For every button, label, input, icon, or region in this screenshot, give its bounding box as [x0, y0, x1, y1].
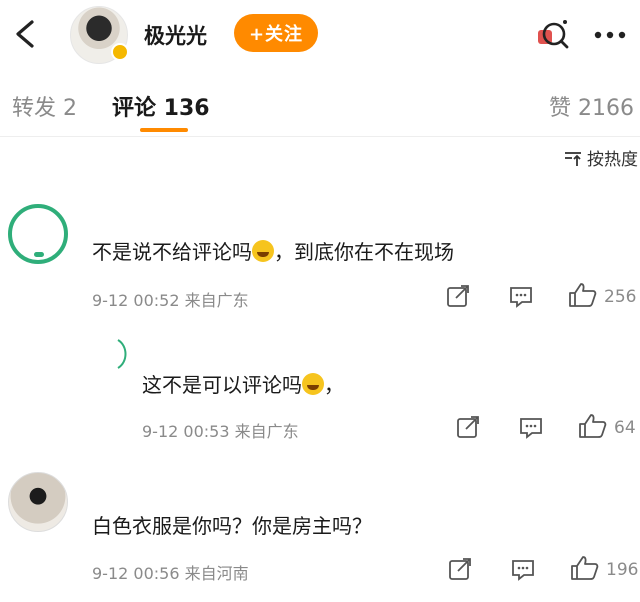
- commenter-avatar[interactable]: [8, 472, 68, 532]
- sort-icon: [565, 151, 581, 166]
- reply-text-part: ，: [324, 373, 344, 397]
- comment-text: 白色衣服是你吗？你是房主吗？: [92, 510, 372, 539]
- share-button[interactable]: [448, 557, 474, 585]
- verified-badge-icon: [111, 43, 129, 61]
- laughing-emoji-icon: [252, 240, 274, 262]
- comment-text-part: ，到底你在不在现场: [274, 240, 454, 264]
- avatar-mark: [34, 252, 44, 257]
- like-count: 64: [614, 418, 636, 438]
- tab-bar: 转发 2 评论 136 赞 2166: [0, 80, 640, 136]
- reply-button[interactable]: [518, 416, 544, 444]
- comment-text-part: 白色衣服是你吗？你是房主吗？: [92, 514, 372, 538]
- comment-location: 来自河南: [184, 564, 249, 583]
- more-dots-icon: [594, 31, 626, 39]
- back-button[interactable]: [6, 14, 46, 54]
- reply-location: 来自广东: [234, 422, 299, 441]
- share-icon: [449, 558, 471, 580]
- comment-time: 9-12 00:52: [92, 291, 180, 310]
- comment-bubble-icon: [512, 560, 534, 581]
- share-button[interactable]: [446, 284, 472, 312]
- thumbs-up-icon: [579, 414, 607, 438]
- comment-text-part: 不是说不给评论吗: [92, 240, 252, 264]
- author-avatar[interactable]: [70, 6, 129, 64]
- share-search-icon[interactable]: [532, 16, 572, 54]
- top-bar: 极光光 +关注: [0, 0, 640, 68]
- comment-meta: 9-12 00:52 来自广东: [92, 287, 249, 311]
- share-button[interactable]: [456, 415, 482, 443]
- like-button[interactable]: [578, 413, 608, 443]
- reply-meta: 9-12 00:53 来自广东: [142, 418, 299, 442]
- reply-button[interactable]: [510, 558, 536, 586]
- sort-label: 按热度: [587, 150, 638, 170]
- reply-thread-icon: [117, 339, 127, 369]
- share-icon: [447, 285, 469, 307]
- comment-bubble-icon: [510, 287, 532, 308]
- comment-bubble-icon: [520, 418, 542, 439]
- tab-repost[interactable]: 转发 2: [12, 90, 77, 122]
- chevron-left-icon: [16, 20, 34, 48]
- comment-meta: 9-12 00:56 来自河南: [92, 560, 249, 584]
- tab-like[interactable]: 赞 2166: [549, 90, 634, 122]
- comment-time: 9-12 00:56: [92, 564, 180, 583]
- laughing-emoji-icon: [302, 373, 324, 395]
- reply-text-part: 这不是可以评论吗: [142, 373, 302, 397]
- like-count: 256: [604, 287, 637, 307]
- tab-comment[interactable]: 评论 136: [112, 90, 210, 122]
- reply-time: 9-12 00:53: [142, 422, 230, 441]
- share-icon: [457, 416, 479, 438]
- like-button[interactable]: [570, 555, 600, 585]
- active-tab-indicator: [140, 128, 188, 132]
- comment-text: 不是说不给评论吗 ，到底你在不在现场: [92, 236, 454, 265]
- reply-button[interactable]: [508, 285, 534, 313]
- comment-location: 来自广东: [184, 291, 249, 310]
- follow-button[interactable]: +关注: [234, 14, 318, 52]
- thumbs-up-icon: [569, 283, 597, 307]
- like-count: 196: [606, 560, 639, 580]
- sort-button[interactable]: 按热度: [563, 145, 638, 170]
- commenter-avatar[interactable]: [8, 204, 68, 264]
- thumbs-up-icon: [571, 556, 599, 580]
- like-button[interactable]: [568, 282, 598, 312]
- divider: [0, 136, 640, 137]
- more-button[interactable]: [590, 18, 630, 52]
- search-share-icon: [538, 20, 569, 49]
- reply-text: 这不是可以评论吗 ，: [142, 369, 344, 398]
- comments-page: 极光光 +关注 转发 2 评论 136 赞 2166 按热度 不是说不给评论吗 …: [0, 0, 640, 602]
- author-name[interactable]: 极光光: [144, 20, 207, 50]
